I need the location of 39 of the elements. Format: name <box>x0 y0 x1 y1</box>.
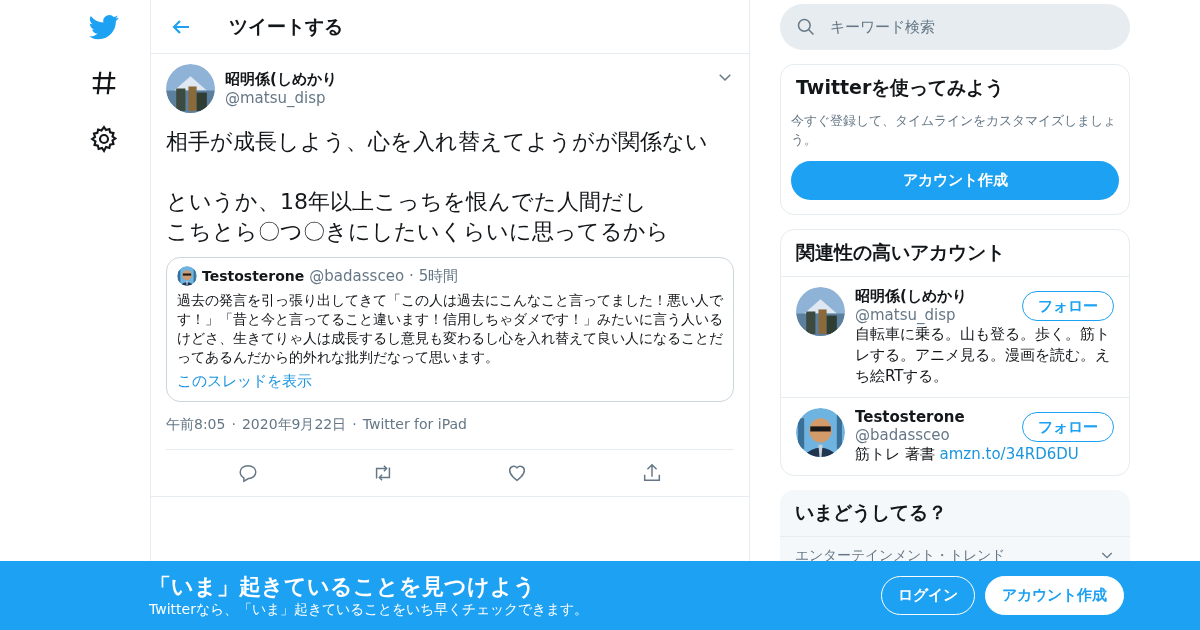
page-title: ツイートする <box>229 13 343 39</box>
card-description: 今すぐ登録して、タイムラインをカスタマイズしましょう。 <box>790 112 1117 149</box>
tweet-text-line: こちとら〇つ〇きにしたいくらいに思ってるから <box>166 218 669 246</box>
bird-logo-icon[interactable] <box>89 12 119 42</box>
follow-button[interactable]: フォロー <box>1022 412 1114 442</box>
tweet-meta: 2020年9月22日 <box>241 416 347 434</box>
card-title: いまどうしてる？ <box>794 500 948 525</box>
tweet-text-line: 相手が成長しよう、心を入れ替えてようがが関係ない <box>166 128 708 156</box>
tweet-meta[interactable]: Twitter for iPad <box>362 416 467 434</box>
account-name[interactable]: Testosterone <box>855 408 965 426</box>
account-name[interactable]: 昭明係(しめかり <box>855 287 967 306</box>
card-title: 関連性の高いアカウント <box>795 240 1006 265</box>
tweet-meta: 午前8:05 <box>166 416 226 434</box>
tweet-text-line: というか、18年以上こっちを恨んでた人間だし <box>166 188 647 216</box>
quoted-author-handle: @badassceo <box>309 267 405 285</box>
sign-up-button[interactable]: アカウント作成 <box>791 161 1119 200</box>
settings-icon[interactable] <box>89 124 119 154</box>
quoted-tweet-card[interactable]: Testosterone @badassceo · 5時間 過去の発言を引っ張り出してきて「この人は過去にこんなこと言ってました！悪い人です！」「昔と今と言ってること違います！信用しちゃダメです！」みたいに言う人いるけどさ、生きてりゃ人は成長するし意見も変わるし心を入れ替えて良い人になることだってあるんだから的外れな批判だなって思います。 このスレッドを表示 <box>166 257 734 402</box>
search-icon <box>796 17 816 37</box>
banner-title: 「いま」起きていることを見つけよう <box>149 572 537 601</box>
account-bio: 自転車に乗る。山も登る。歩く。筋トレする。アニメ見る。漫画を読む。えち絵RTする。 <box>855 325 1110 385</box>
search-field[interactable]: キーワード検索 <box>780 4 1130 50</box>
show-thread-link[interactable]: このスレッドを表示 <box>177 372 312 391</box>
sign-up-button[interactable]: アカウント作成 <box>985 576 1124 615</box>
follow-button[interactable]: フォロー <box>1022 291 1114 321</box>
author-handle[interactable]: @matsu_disp <box>225 89 337 107</box>
quoted-author-name: Testosterone <box>202 268 305 284</box>
bio-link[interactable]: amzn.to/34RD6DU <box>939 444 1079 465</box>
account-handle[interactable]: @badassceo <box>855 426 965 444</box>
account-handle[interactable]: @matsu_disp <box>855 306 967 324</box>
author-name[interactable]: 昭明係(しめかり <box>225 70 337 89</box>
quoted-tweet-text: 過去の発言を引っ張り出してきて「この人は過去にこんなこと言ってました！悪い人です！」「昔と今と言ってること違います！信用しちゃダメです！」みたいに言う人いるけどさ、生きてりゃ人は成長するし意見も変わるし心を入れ替えて良い人になることだってあるんだから的外れな批判だなって思います。 <box>177 291 723 367</box>
separator-dot: · <box>352 416 357 434</box>
quoted-time: 5時間 <box>418 266 459 286</box>
banner-subtitle: Twitterなら、「いま」起きていることをいち早くチェックできます。 <box>149 600 588 619</box>
card-title: Twitterを使ってみよう <box>795 75 1006 100</box>
separator-dot: · <box>409 267 414 285</box>
separator-dot: · <box>231 416 236 434</box>
account-bio: 筋トレ 著書 <box>855 445 935 463</box>
